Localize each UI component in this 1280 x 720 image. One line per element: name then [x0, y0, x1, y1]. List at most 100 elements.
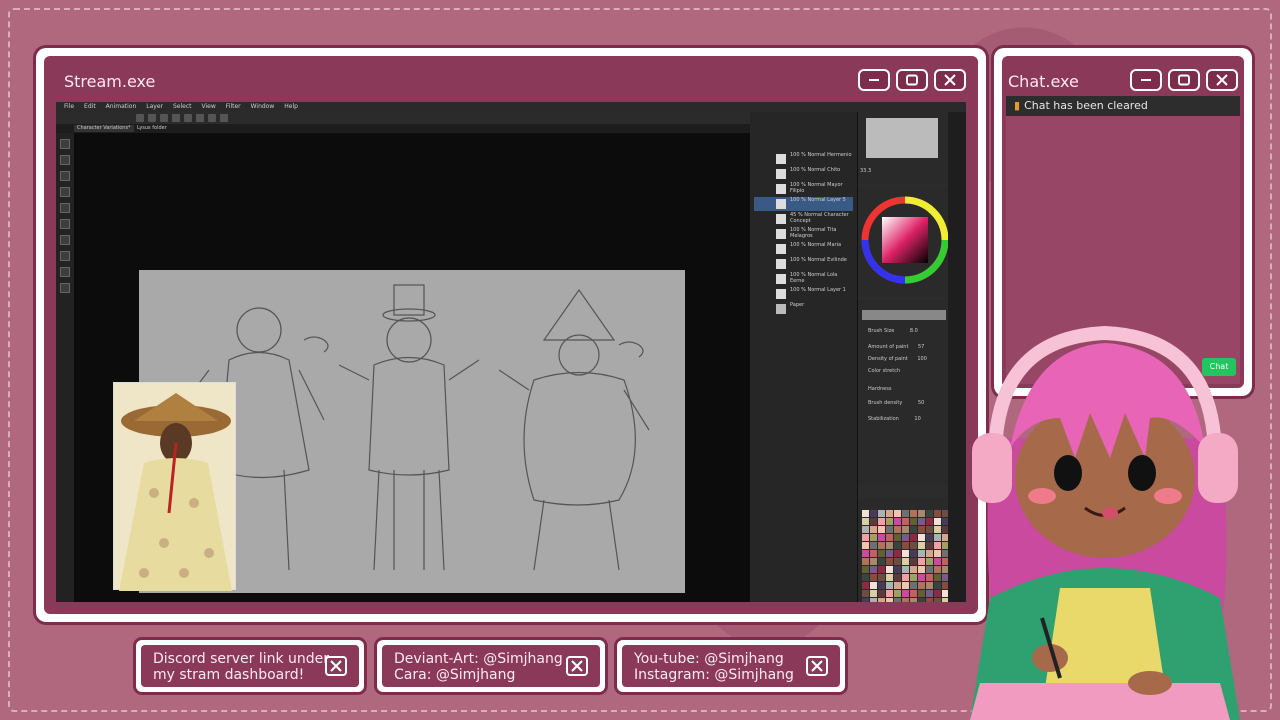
color-swatch[interactable] [870, 542, 877, 549]
color-swatch[interactable] [902, 566, 909, 573]
color-swatch[interactable] [870, 566, 877, 573]
menu-window[interactable]: Window [251, 102, 275, 112]
color-swatch[interactable] [862, 590, 869, 597]
color-swatch[interactable] [862, 534, 869, 541]
color-swatch[interactable] [878, 558, 885, 565]
color-swatch[interactable] [910, 534, 917, 541]
color-swatch[interactable] [878, 566, 885, 573]
color-swatch[interactable] [886, 526, 893, 533]
color-swatch[interactable] [926, 558, 933, 565]
color-swatch[interactable] [918, 574, 925, 581]
tool-icon[interactable] [60, 187, 70, 197]
menu-filter[interactable]: Filter [226, 102, 241, 112]
color-swatch[interactable] [934, 598, 941, 602]
color-swatch[interactable] [870, 582, 877, 589]
layer-row[interactable]: 100 % Normal Evilinde [754, 257, 853, 271]
color-swatch[interactable] [862, 574, 869, 581]
color-swatch[interactable] [926, 574, 933, 581]
color-swatch[interactable] [878, 534, 885, 541]
color-swatch[interactable] [862, 518, 869, 525]
tool-icon[interactable] [60, 283, 70, 293]
color-swatch[interactable] [886, 590, 893, 597]
chat-maximize-button[interactable] [1168, 69, 1200, 91]
color-swatch[interactable] [902, 510, 909, 517]
prop-value[interactable]: 57 [918, 344, 924, 350]
color-swatch[interactable] [910, 558, 917, 565]
color-swatch[interactable] [862, 526, 869, 533]
menu-layer[interactable]: Layer [146, 102, 163, 112]
prop-row[interactable]: Brush Size 8.0 [868, 328, 918, 334]
color-swatch[interactable] [918, 510, 925, 517]
layer-row[interactable]: 100 % Normal Hermenio [754, 152, 853, 166]
new-icon[interactable] [136, 114, 144, 122]
undo-icon[interactable] [172, 114, 180, 122]
clear-icon[interactable] [196, 114, 204, 122]
color-swatch[interactable] [910, 542, 917, 549]
color-swatch[interactable] [870, 590, 877, 597]
layer-row[interactable]: 45 % Normal Character Concept [754, 212, 853, 226]
color-swatch[interactable] [886, 550, 893, 557]
color-swatch[interactable] [894, 590, 901, 597]
layer-row[interactable]: 100 % Normal Lola Eerne [754, 272, 853, 286]
color-swatch[interactable] [870, 534, 877, 541]
color-swatch[interactable] [910, 550, 917, 557]
color-swatch[interactable] [870, 550, 877, 557]
save-icon[interactable] [160, 114, 168, 122]
tool-icon[interactable] [60, 219, 70, 229]
color-swatch[interactable] [910, 526, 917, 533]
color-swatch[interactable] [902, 582, 909, 589]
color-swatch[interactable] [934, 566, 941, 573]
prop-value[interactable]: 10 [914, 416, 920, 422]
color-swatch[interactable] [934, 574, 941, 581]
navigator-thumbnail[interactable] [866, 118, 938, 158]
menu-edit[interactable]: Edit [84, 102, 96, 112]
menu-help[interactable]: Help [284, 102, 298, 112]
layer-row[interactable]: 100 % Normal Maria [754, 242, 853, 256]
color-swatch[interactable] [878, 526, 885, 533]
color-swatch[interactable] [926, 526, 933, 533]
prop-value[interactable]: 8.0 [910, 328, 918, 334]
tool-icon[interactable] [60, 139, 70, 149]
prop-row[interactable]: Amount of paint 57 [868, 344, 924, 350]
color-swatch[interactable] [934, 518, 941, 525]
zoom-value[interactable]: 33.3 [860, 168, 871, 174]
color-swatch[interactable] [862, 550, 869, 557]
color-swatch[interactable] [902, 534, 909, 541]
color-swatch[interactable] [926, 598, 933, 602]
color-swatch[interactable] [902, 526, 909, 533]
color-swatch[interactable] [934, 558, 941, 565]
color-swatch[interactable] [902, 598, 909, 602]
color-swatch[interactable] [870, 598, 877, 602]
color-swatch[interactable] [926, 518, 933, 525]
color-swatch[interactable] [926, 566, 933, 573]
color-swatch[interactable] [926, 582, 933, 589]
color-swatch[interactable] [862, 542, 869, 549]
color-swatch[interactable] [886, 566, 893, 573]
color-swatch[interactable] [910, 598, 917, 602]
color-swatch[interactable] [910, 518, 917, 525]
color-swatch[interactable] [902, 574, 909, 581]
layer-row-selected[interactable]: 100 % Normal Layer 5 [754, 197, 853, 211]
color-swatch[interactable] [870, 526, 877, 533]
color-swatch[interactable] [918, 518, 925, 525]
color-swatch[interactable] [918, 582, 925, 589]
color-swatch[interactable] [894, 534, 901, 541]
tab-character-variations[interactable]: Character Variations* [74, 125, 134, 132]
color-swatch[interactable] [894, 518, 901, 525]
close-button[interactable] [934, 69, 966, 91]
color-swatch[interactable] [910, 582, 917, 589]
card-close-button[interactable] [566, 656, 588, 676]
color-swatch[interactable] [894, 558, 901, 565]
color-swatch[interactable] [870, 558, 877, 565]
prop-row[interactable]: Hardness [868, 386, 891, 392]
drawing-canvas-area[interactable] [74, 133, 750, 602]
color-swatch[interactable] [886, 574, 893, 581]
color-swatch[interactable] [878, 510, 885, 517]
minimize-button[interactable] [858, 69, 890, 91]
color-swatch[interactable] [894, 582, 901, 589]
color-swatch[interactable] [862, 566, 869, 573]
color-swatch[interactable] [926, 550, 933, 557]
color-swatch[interactable] [926, 534, 933, 541]
color-swatch[interactable] [886, 558, 893, 565]
color-swatch[interactable] [894, 526, 901, 533]
